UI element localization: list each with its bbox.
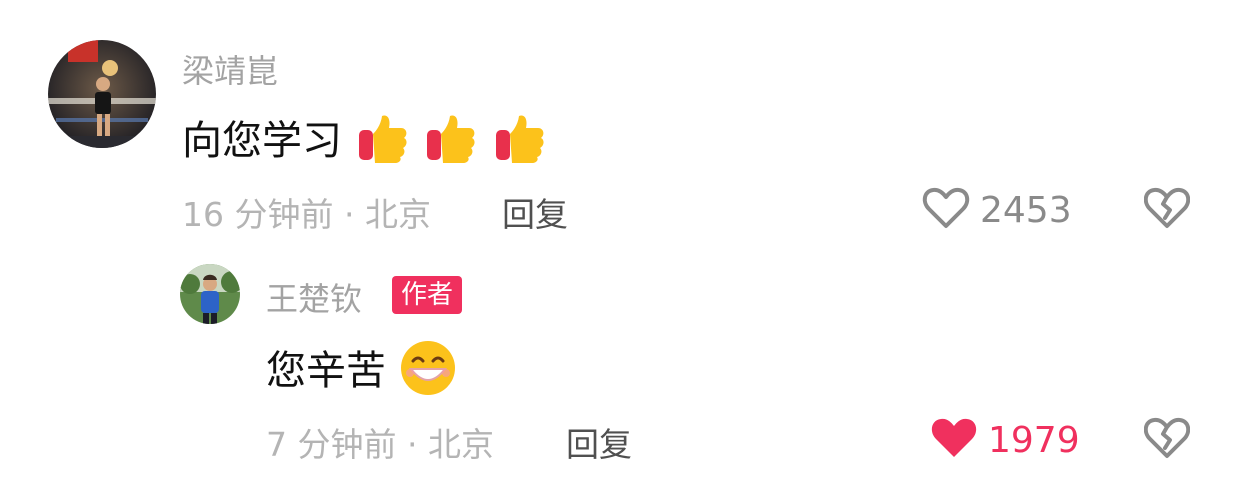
thumbs-up-icon xyxy=(492,110,548,176)
comment-text: 向您学习 xyxy=(182,118,342,164)
reply-reply-button[interactable]: 回复 xyxy=(566,418,632,466)
thumbs-up-icon xyxy=(355,110,411,176)
author-badge: 作者 xyxy=(392,276,463,314)
grinning-face-icon xyxy=(399,339,457,407)
reply-button[interactable]: 回复 xyxy=(502,188,568,236)
reply-text: 您辛苦 xyxy=(266,348,386,394)
broken-heart-icon xyxy=(1143,417,1191,464)
heart-filled-icon xyxy=(930,416,978,464)
dislike-button[interactable] xyxy=(1143,186,1191,234)
reply-time-location: 7 分钟前 · 北京 xyxy=(266,425,494,464)
heart-outline-icon xyxy=(922,186,970,234)
comment-time-location: 16 分钟前 · 北京 xyxy=(182,195,431,234)
comment-text-line: 向您学习 xyxy=(182,108,548,176)
reply-dislike-button[interactable] xyxy=(1143,416,1191,464)
thumbs-up-icon xyxy=(423,110,479,176)
reply-like-button[interactable]: 1979 xyxy=(930,416,1080,464)
avatar[interactable] xyxy=(48,40,156,148)
like-count: 2453 xyxy=(980,189,1072,231)
reply-text-line: 您辛苦 xyxy=(266,338,457,407)
reply-avatar[interactable] xyxy=(180,264,240,324)
reply-like-count: 1979 xyxy=(988,419,1080,461)
comment-author[interactable]: 梁靖崑 xyxy=(182,46,278,92)
reply-author[interactable]: 王楚钦 xyxy=(266,274,362,320)
like-button[interactable]: 2453 xyxy=(922,186,1072,234)
broken-heart-icon xyxy=(1143,187,1191,234)
